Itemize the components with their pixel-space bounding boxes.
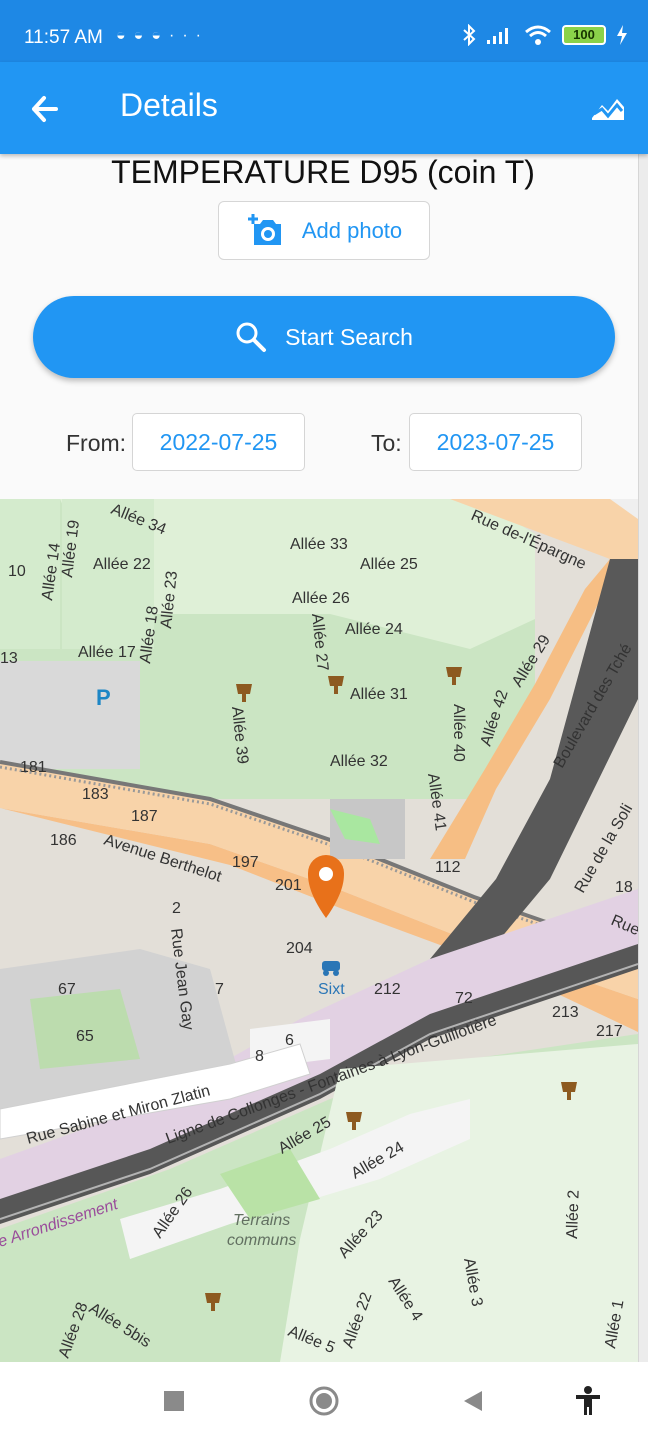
map-label-allee17: Allée 17	[78, 644, 136, 661]
accessibility-icon[interactable]	[572, 1385, 604, 1417]
from-date-field[interactable]: 2022-07-25	[132, 413, 305, 471]
app-bar: Details	[0, 62, 648, 154]
home-circle-icon[interactable]	[308, 1385, 340, 1417]
notification-icons: ◒◒◒···	[116, 27, 209, 45]
map-label-187: 187	[131, 808, 158, 825]
bluetooth-icon	[463, 24, 476, 46]
add-photo-button[interactable]: Add photo	[218, 201, 430, 260]
map-label-allee32: Allée 32	[330, 753, 388, 770]
map-label-18: 18	[615, 879, 633, 896]
signal-icon	[487, 28, 508, 44]
add-photo-label: Add photo	[301, 217, 403, 243]
map-label-112: 112	[435, 859, 461, 876]
system-status: 100	[462, 24, 628, 46]
status-time: 11:57 AM	[24, 27, 103, 48]
map-label-allee25a: Allée 25	[360, 556, 418, 573]
map-label-allee26a: Allée 26	[292, 590, 350, 607]
map-label-terrains: Terrains	[233, 1212, 290, 1229]
map-label-181: 181	[20, 759, 47, 776]
to-label: To:	[371, 430, 402, 456]
map-label-201: 201	[275, 877, 302, 894]
map-label-6: 6	[285, 1032, 294, 1049]
map-label-67: 67	[58, 981, 76, 998]
scrollbar[interactable]	[638, 154, 648, 1362]
map-label-p: P	[96, 685, 111, 710]
map-canvas[interactable]: Allée 33 Allée 25 Allée 26 Allée 24 Allé…	[0, 499, 638, 1362]
arrow-back-icon[interactable]	[26, 89, 66, 129]
back-triangle-icon[interactable]	[458, 1385, 490, 1417]
map-label-204: 204	[286, 940, 313, 957]
map-label-212: 212	[374, 981, 401, 998]
location-map[interactable]: Allée 33 Allée 25 Allée 26 Allée 24 Allé…	[0, 499, 638, 1362]
map-label-allee40: Allée 40	[450, 704, 467, 762]
station-heading: TEMPERATURE D95 (coin T)	[111, 154, 535, 190]
map-label-197: 197	[232, 854, 259, 871]
overflow-dots: ···	[169, 27, 209, 44]
map-label-72: 72	[455, 990, 473, 1007]
add-camera-icon	[247, 214, 281, 245]
map-label-183: 183	[82, 786, 109, 803]
start-search-button[interactable]: Start Search	[33, 296, 615, 378]
battery-icon: 100	[562, 25, 606, 45]
to-date-field[interactable]: 2023-07-25	[409, 413, 582, 471]
search-icon	[236, 322, 267, 352]
map-label-allee31: Allée 31	[350, 686, 408, 703]
map-label-65: 65	[76, 1028, 94, 1045]
discord-icon: ◒	[151, 27, 170, 44]
map-label-213: 213	[552, 1004, 579, 1021]
details-panel: TEMPERATURE D95 (coin T) Add photo Start…	[0, 154, 638, 499]
map-label-allee22a: Allée 22	[93, 556, 151, 573]
from-label: From:	[66, 430, 127, 456]
map-label-allee24a: Allée 24	[345, 621, 403, 638]
discord-icon: ◒	[116, 27, 134, 44]
wifi-icon	[525, 25, 551, 45]
map-label-10: 10	[8, 563, 26, 580]
discord-icon: ◒	[133, 27, 152, 44]
map-label-allee33: Allée 33	[290, 536, 348, 553]
map-label-allee2: Allée 2	[564, 1190, 583, 1240]
map-label-217: 217	[596, 1023, 623, 1040]
map-label-sixt: Sixt	[318, 981, 345, 998]
recents-square-icon[interactable]	[158, 1385, 190, 1417]
map-label-7: 7	[215, 981, 224, 998]
map-label-8: 8	[255, 1048, 264, 1065]
map-label-13: 13	[0, 650, 18, 667]
system-navigation-bar	[0, 1362, 648, 1440]
page-title: Details	[120, 87, 218, 123]
start-search-label: Start Search	[285, 323, 413, 350]
status-bar: 11:57 AM ◒◒◒··· 100	[0, 0, 648, 62]
map-label-186: 186	[50, 832, 77, 849]
map-label-communs: communs	[227, 1232, 296, 1249]
map-label-2: 2	[172, 900, 181, 917]
landscape-chart-icon[interactable]	[590, 89, 626, 125]
charging-icon	[617, 25, 627, 45]
